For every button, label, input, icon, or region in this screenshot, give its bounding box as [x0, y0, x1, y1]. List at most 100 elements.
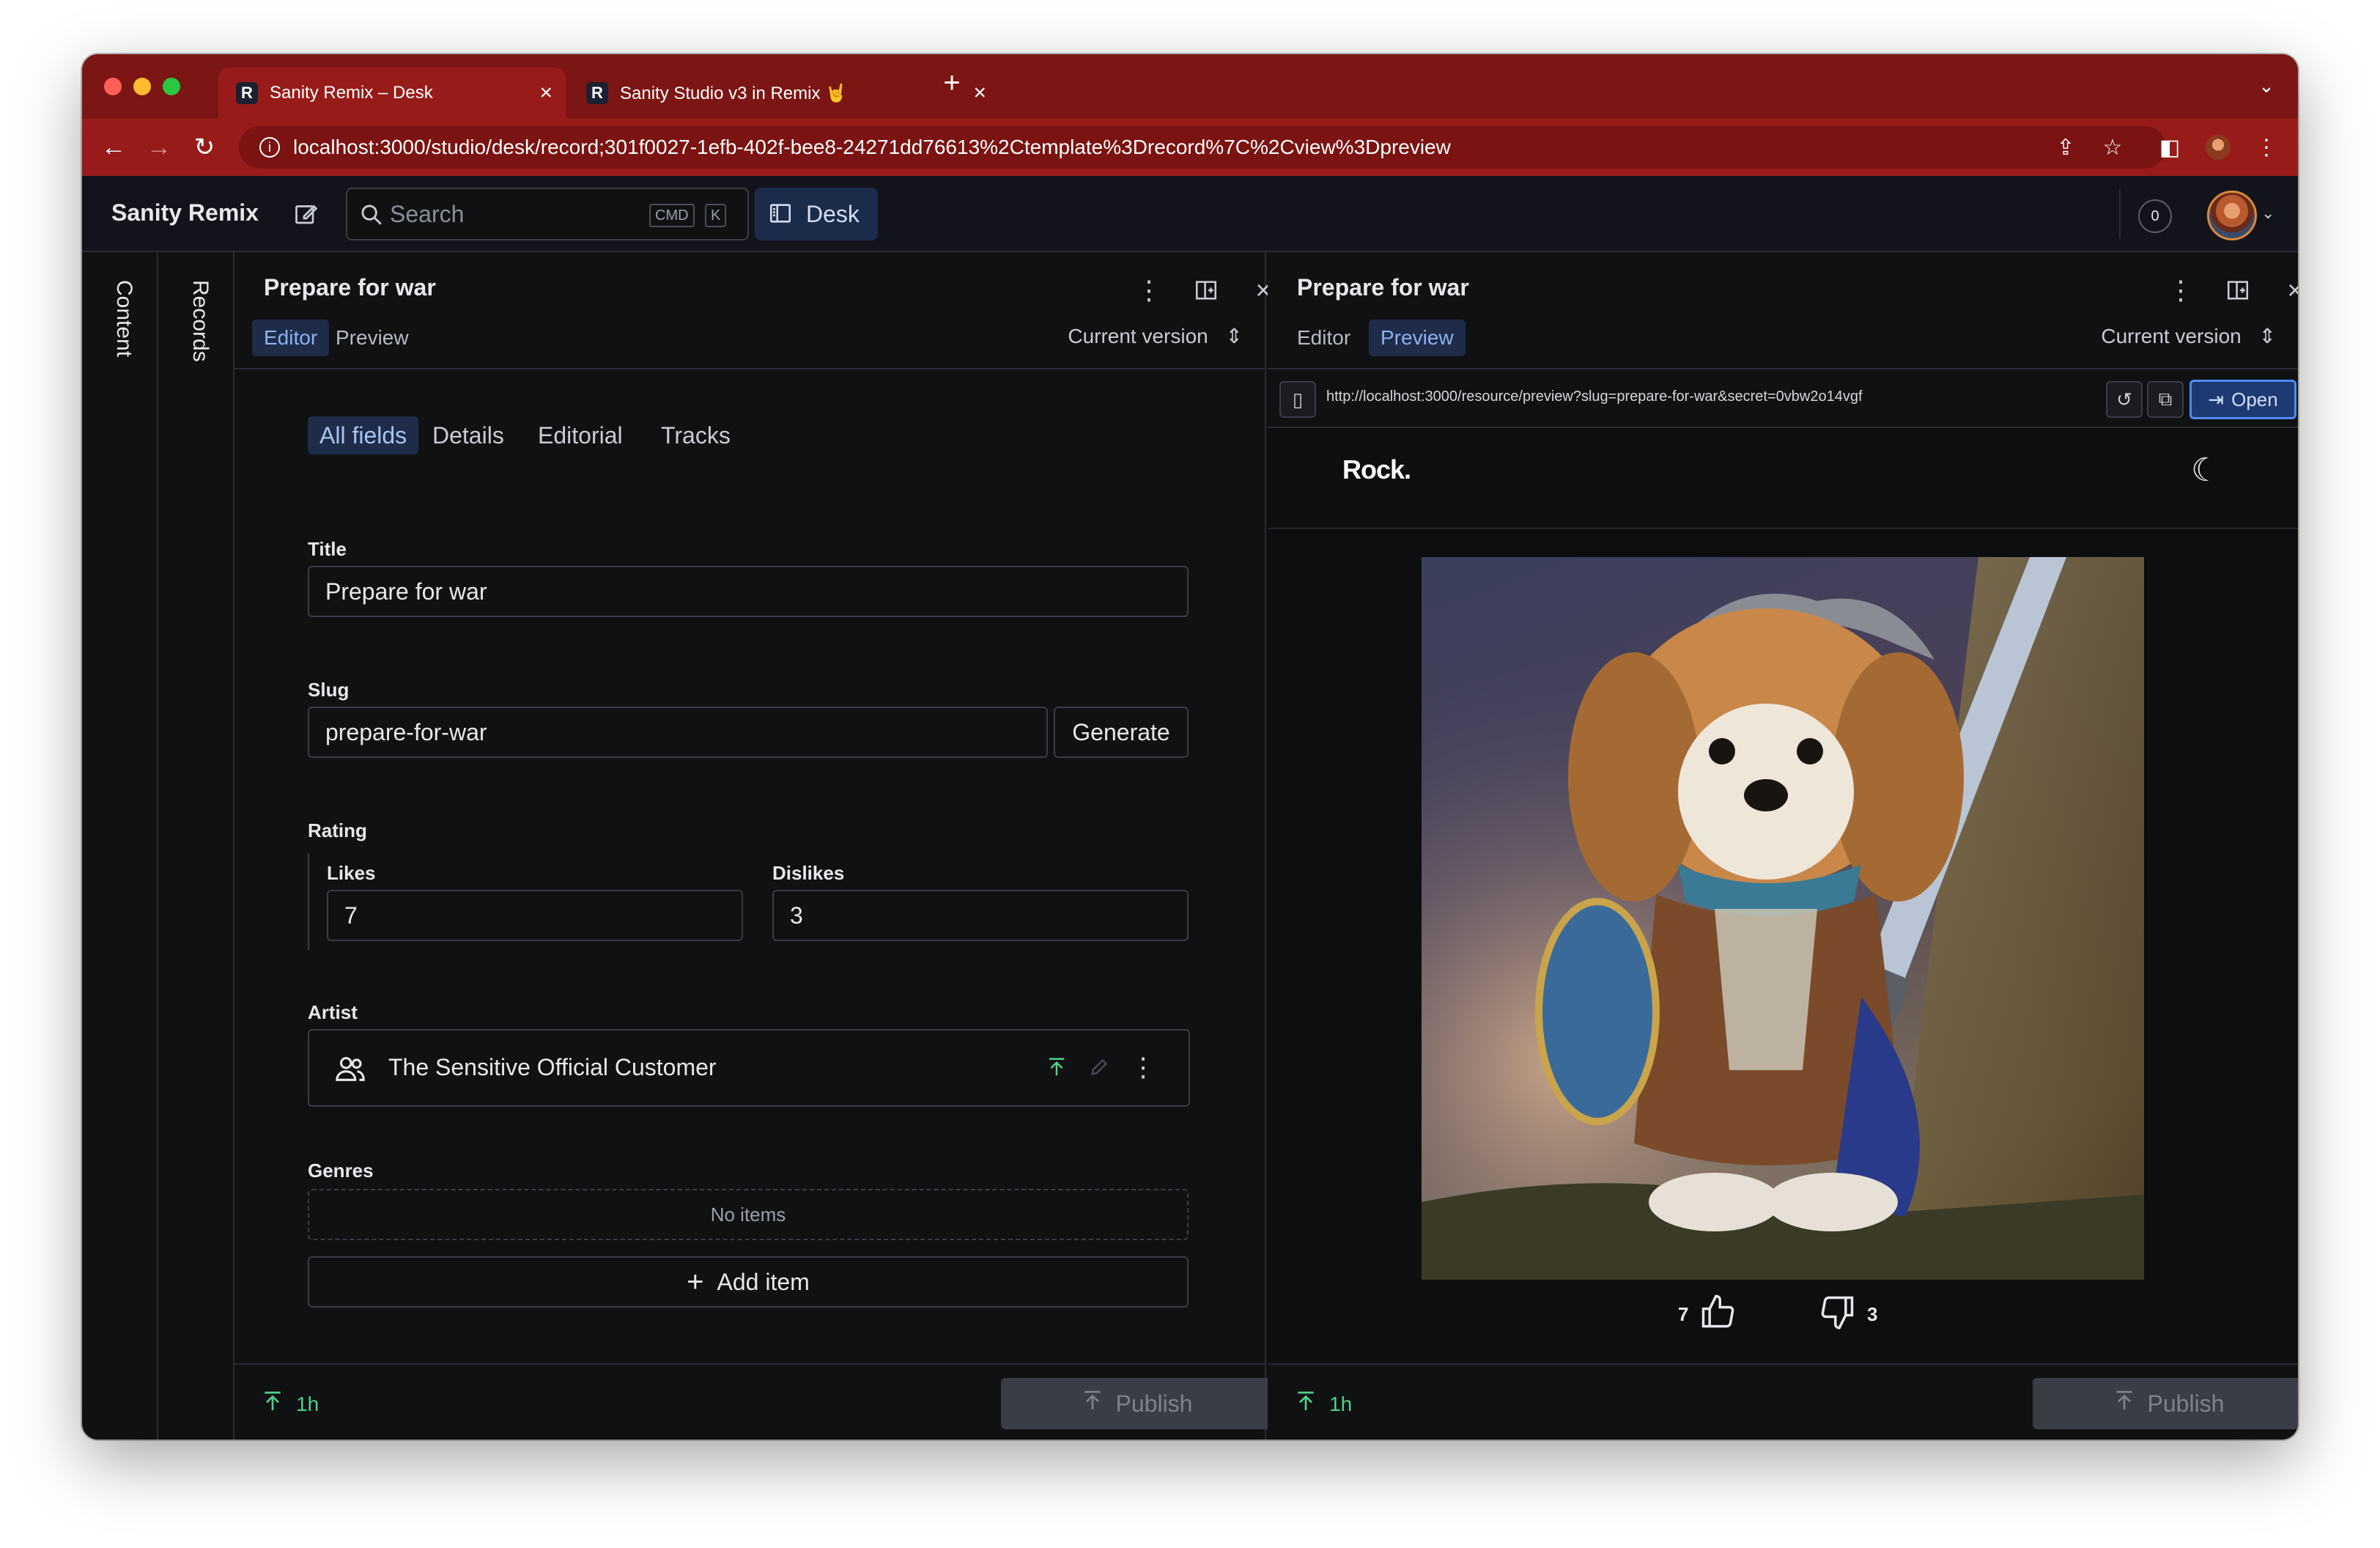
publish-arrow-icon: [1081, 1389, 1104, 1418]
publish-button[interactable]: Publish: [1001, 1378, 1272, 1429]
site-info-icon[interactable]: i: [259, 137, 280, 158]
likes-count[interactable]: 7: [1678, 1293, 1737, 1336]
likes-input[interactable]: 7: [327, 890, 743, 941]
artist-reference-card[interactable]: The Sensitive Official Customer ⋮: [308, 1029, 1190, 1107]
dislikes-count[interactable]: 3: [1819, 1293, 1877, 1336]
close-tab-icon[interactable]: ×: [973, 81, 986, 106]
publish-status[interactable]: 1h: [261, 1390, 319, 1418]
publish-status[interactable]: 1h: [1294, 1390, 1352, 1418]
dislikes-input[interactable]: 3: [772, 890, 1189, 941]
publish-button[interactable]: Publish: [2033, 1378, 2298, 1429]
address-bar-row: ← → ↻ i localhost:3000/studio/desk/recor…: [82, 119, 2298, 176]
close-pane-icon[interactable]: ×: [2277, 273, 2298, 308]
forward-arrow-icon[interactable]: →: [144, 132, 174, 163]
published-arrow-icon: [1294, 1390, 1318, 1418]
pane-footer: 1h Publish ⌄: [1268, 1363, 2298, 1440]
tab-list-chevron-icon[interactable]: ⌄: [2251, 70, 2282, 101]
desk-icon: [768, 201, 793, 226]
search-input[interactable]: Search CMD K: [346, 188, 749, 240]
bookmark-star-icon[interactable]: ☆: [2097, 132, 2128, 163]
mobile-device-icon[interactable]: ▯: [1279, 381, 1316, 418]
status-time: 1h: [1329, 1392, 1353, 1415]
refresh-icon[interactable]: ↺: [2106, 381, 2143, 418]
content-rail[interactable]: Content: [82, 252, 158, 1440]
published-arrow-icon: [261, 1390, 284, 1418]
updown-chevron-icon: ⇕: [2258, 325, 2276, 347]
site-logo[interactable]: Rock.: [1342, 454, 1411, 485]
tab-all-fields[interactable]: All fields: [308, 416, 419, 454]
notification-count-badge[interactable]: 0: [2138, 199, 2172, 233]
split-pane-icon[interactable]: [1189, 273, 1224, 308]
add-item-button[interactable]: + Add item: [308, 1256, 1189, 1308]
title-input[interactable]: Prepare for war: [308, 566, 1189, 617]
artist-name: The Sensitive Official Customer: [388, 1054, 717, 1080]
tab-tracks[interactable]: Tracks: [649, 416, 742, 454]
tab-details[interactable]: Details: [421, 416, 516, 454]
form-body: All fields Details Editorial Tracks Titl…: [234, 369, 1265, 1363]
browser-tab-active[interactable]: R Sanity Remix – Desk ×: [218, 67, 566, 119]
back-arrow-icon[interactable]: ←: [98, 132, 129, 163]
pane-title: Prepare for war: [264, 274, 436, 301]
version-selector[interactable]: Current version ⇕: [1068, 324, 1243, 348]
open-preview-button[interactable]: ⇥ Open: [2189, 380, 2296, 419]
rail-label-content[interactable]: Content: [111, 280, 136, 357]
users-icon: [331, 1050, 369, 1088]
share-icon[interactable]: ⇪: [2050, 132, 2081, 163]
close-window-button[interactable]: [104, 78, 122, 95]
edit-pencil-icon: [1084, 1053, 1114, 1082]
likes-value: 7: [1678, 1303, 1689, 1325]
open-label: Open: [2231, 388, 2278, 410]
close-tab-icon[interactable]: ×: [539, 81, 552, 106]
reference-menu-icon[interactable]: ⋮: [1128, 1050, 1158, 1085]
dog-knight-artwork: [1422, 557, 2144, 1280]
reload-icon[interactable]: ↻: [189, 132, 220, 163]
moon-icon[interactable]: ☾: [2191, 452, 2220, 489]
tab-preview[interactable]: Preview: [324, 320, 421, 356]
rail-label-records[interactable]: Records: [188, 280, 212, 362]
generate-button[interactable]: Generate: [1054, 707, 1189, 758]
search-placeholder: Search: [390, 200, 465, 227]
more-menu-icon[interactable]: ⋮: [1131, 273, 1167, 308]
tab-preview[interactable]: Preview: [1369, 320, 1466, 356]
desk-label: Desk: [806, 200, 860, 227]
tab-editorial[interactable]: Editorial: [526, 416, 635, 454]
profile-avatar-icon[interactable]: [2203, 132, 2233, 163]
chevron-down-icon[interactable]: ⌄: [2261, 204, 2274, 223]
split-pane-icon[interactable]: [2220, 273, 2255, 308]
updown-chevron-icon: ⇕: [1225, 325, 1243, 347]
pane-footer: 1h Publish ⌄: [234, 1363, 1329, 1440]
browser-tab[interactable]: R Sanity Studio v3 in Remix 🤘 ×: [569, 67, 999, 119]
title-label: Title: [308, 538, 347, 560]
preview-url[interactable]: http://localhost:3000/resource/preview?s…: [1326, 388, 1863, 405]
dislikes-label: Dislikes: [772, 862, 845, 884]
genres-label: Genres: [308, 1160, 374, 1182]
url-input[interactable]: i localhost:3000/studio/desk/record;301f…: [239, 126, 2166, 169]
publish-label: Publish: [2147, 1390, 2225, 1417]
version-selector[interactable]: Current version ⇕: [2101, 324, 2276, 348]
thumbs-down-icon: [1819, 1293, 1857, 1336]
studio-title[interactable]: Sanity Remix: [111, 199, 259, 226]
tab-editor[interactable]: Editor: [1285, 320, 1362, 356]
more-menu-icon[interactable]: ⋮: [2163, 273, 2198, 308]
studio-navbar: Sanity Remix Search CMD K Desk 0 ⌄: [82, 176, 2298, 252]
zoom-window-button[interactable]: [163, 78, 180, 95]
version-label: Current version: [2101, 325, 2242, 347]
external-link-icon: ⇥: [2208, 388, 2225, 410]
site-header-divider: [1268, 528, 2298, 529]
new-tab-icon[interactable]: +: [936, 67, 967, 99]
sidebar-toggle-icon[interactable]: ◧: [2154, 132, 2185, 163]
records-rail[interactable]: Records: [158, 252, 234, 1440]
preview-pane: Prepare for war ⋮ × Editor Preview Curre…: [1268, 252, 2298, 1440]
minimize-window-button[interactable]: [133, 78, 151, 95]
user-avatar[interactable]: [2207, 191, 2257, 240]
tab-editor[interactable]: Editor: [252, 320, 330, 356]
slug-label: Slug: [308, 679, 350, 701]
browser-menu-icon[interactable]: ⋮: [2251, 132, 2282, 163]
compose-icon[interactable]: [289, 196, 324, 232]
pane-header: Prepare for war ⋮ × Editor Preview Curre…: [234, 252, 1271, 369]
slug-input[interactable]: prepare-for-war: [308, 707, 1048, 758]
desk-tool-button[interactable]: Desk: [755, 188, 878, 240]
copy-icon[interactable]: ⧉: [2147, 381, 2184, 418]
search-icon: [359, 202, 384, 227]
plus-icon: +: [687, 1265, 704, 1298]
